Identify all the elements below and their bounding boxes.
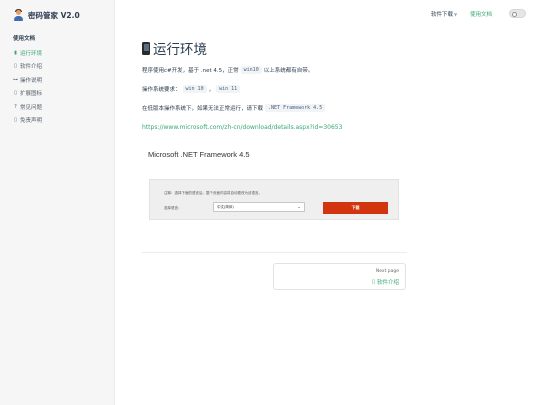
language-label: 选择语言: [164,206,180,210]
brand-title: 密码管家 V2.0 [28,10,80,20]
theme-toggle-icon [512,11,517,17]
nav-docs-link[interactable]: 使用文档 [470,10,492,18]
paragraph-framework: 程序使用c#开发，基于 .net 4.5，正常 win10 以上系统都有自带。 [142,66,313,74]
sidebar-item-runtime[interactable]: ▮ 运行环境 [13,46,42,60]
paragraph-text: 在低版本操作系统下，如果无法正常运行，请下载 [142,106,264,112]
divider [142,252,407,253]
next-page-title: 软件介绍 [376,280,399,286]
next-page-link[interactable]: Next page ▯ 软件介绍 [273,263,406,290]
sidebar: 密码管家 V2.0 使用文档 ▮ 运行环境 ▯ 软件介绍 ⊶ 操作说明 ▯ 扩展… [0,0,115,405]
question-icon: ? [14,103,17,110]
main-content: 运行环境 程序使用c#开发，基于 .net 4.5，正常 win10 以上系统都… [142,38,407,159]
theme-toggle[interactable] [509,9,526,18]
nav-downloads-dropdown[interactable]: 软件下载▼ [431,10,457,18]
inline-code: win 11 [216,85,241,93]
sidebar-item-intro[interactable]: ▯ 软件介绍 [13,60,42,74]
placeholder-icon: ▯ [14,117,17,124]
paragraph-text: 操作系统要求： [142,87,181,93]
placeholder-icon: ▯ [14,90,17,97]
paragraph-text: 程序使用c#开发，基于 .net 4.5，正常 [142,68,239,74]
page-heading: 运行环境 [142,38,407,58]
paragraph-download-hint: 在低版本操作系统下，如果无法正常运行，请下载 .NET Framework 4.… [142,104,326,112]
paragraph-text: 以上系统都有自带。 [263,68,314,74]
next-page-label: Next page [375,269,399,274]
sidebar-item-label: 免责声明 [20,118,43,125]
nav-downloads-label: 软件下载 [431,12,454,18]
download-button[interactable]: 下载 [323,202,388,214]
inline-code: win10 [240,66,262,74]
download-url-link[interactable]: https://www.microsoft.com/zh-cn/download… [142,124,342,131]
sidebar-item-extension-icons[interactable]: ▯ 扩展图标 [13,87,42,101]
placeholder-icon: ▯ [14,63,17,70]
user-avatar-icon [13,8,24,21]
language-select-value: 中文(简体) [217,204,234,209]
framework-card-title: Microsoft .NET Framework 4.5 [148,150,250,159]
sidebar-item-instructions[interactable]: ⊶ 操作说明 [13,73,42,87]
chevron-down-icon: ▼ [454,12,458,17]
placeholder-icon: ▯ [371,279,375,285]
sidebar-item-label: 操作说明 [20,77,43,84]
sidebar-section-title: 使用文档 [13,36,36,42]
key-icon: ⊶ [13,76,18,83]
chevron-down-icon: ⌄ [297,205,301,210]
page-title: 运行环境 [153,42,207,58]
sidebar-item-label: 运行环境 [20,50,43,57]
paragraph-os-requirements: 操作系统要求： win 10 ， win 11 [142,85,241,93]
download-screenshot-panel: 注释：选择下面的语言后，整个页面内容将自动更改为该语言。 选择语言: 中文(简体… [149,179,399,220]
sidebar-item-label: 扩展图标 [20,91,43,98]
top-navbar: 软件下载▼ 使用文档 [115,0,540,26]
brand[interactable]: 密码管家 V2.0 [13,8,80,22]
next-page-title-row: ▯ 软件介绍 [372,278,399,286]
paragraph-text: ， [208,87,215,93]
sidebar-item-label: 常见问题 [20,104,43,111]
inline-code: .NET Framework 4.5 [265,104,326,112]
phone-icon: ▮ [14,49,17,56]
sidebar-item-faq[interactable]: ? 常见问题 [13,100,42,114]
inline-code: win 10 [182,85,207,93]
sidebar-nav: ▮ 运行环境 ▯ 软件介绍 ⊶ 操作说明 ▯ 扩展图标 ? 常见问题 ▯ 免责声… [13,46,42,127]
sidebar-item-disclaimer[interactable]: ▯ 免责声明 [13,114,42,128]
language-note: 注释：选择下面的语言后，整个页面内容将自动更改为该语言。 [164,191,262,195]
phone-icon [142,41,150,55]
sidebar-item-label: 软件介绍 [20,64,43,71]
language-select[interactable]: 中文(简体) ⌄ [213,202,305,212]
